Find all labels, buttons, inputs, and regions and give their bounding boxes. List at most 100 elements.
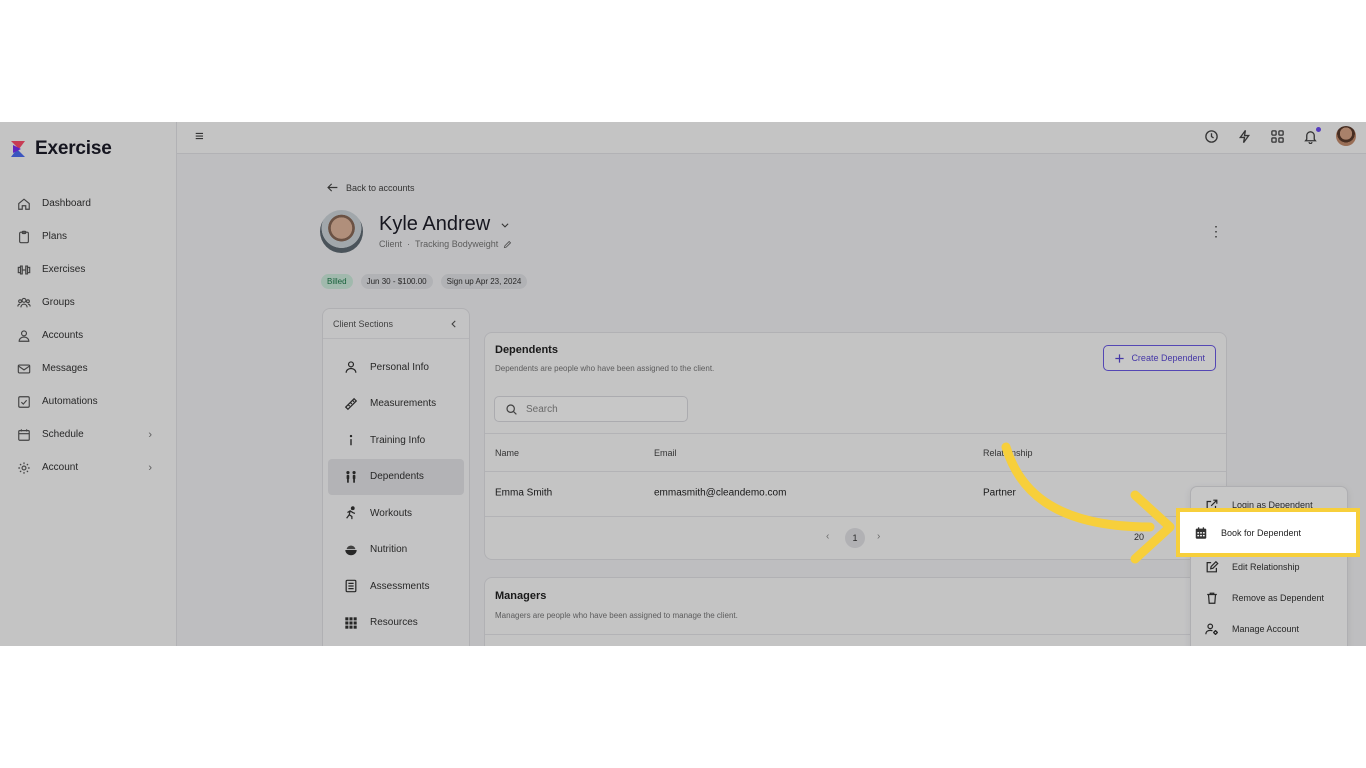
section-resources[interactable]: Resources <box>328 605 464 642</box>
clipboard-icon <box>19 230 29 243</box>
sidebar-item-messages[interactable]: Messages <box>0 352 176 385</box>
plus-icon <box>1115 353 1125 363</box>
sidebar-item-label: Messages <box>42 363 88 374</box>
sidebar-item-dashboard[interactable]: Dashboard <box>0 187 176 220</box>
column-header-email: Email <box>654 447 677 458</box>
sidebar-item-plans[interactable]: Plans <box>0 220 176 253</box>
chevron-left-icon[interactable] <box>449 319 459 329</box>
sidebar-item-schedule[interactable]: Schedule › <box>0 418 176 451</box>
chevron-right-icon[interactable]: › <box>877 531 880 542</box>
logo-icon <box>11 141 25 157</box>
menu-item-label: Remove as Dependent <box>1232 592 1325 603</box>
search-input[interactable]: Search <box>494 396 688 422</box>
section-dependents[interactable]: Dependents <box>328 458 464 495</box>
user-icon <box>18 329 30 342</box>
menu-item-manage-account[interactable]: Manage Account <box>1191 613 1347 644</box>
section-personal-info[interactable]: Personal Info <box>328 349 464 386</box>
calendar-icon <box>18 428 30 441</box>
pencil-icon[interactable] <box>503 240 512 249</box>
status-badge: Billed <box>321 274 353 289</box>
person-icon <box>345 361 357 373</box>
sidebar-item-label: Schedule <box>42 429 84 440</box>
dependent-name: Emma Smith <box>495 487 553 499</box>
sidebar-item-accounts[interactable]: Accounts <box>0 319 176 352</box>
back-to-accounts-link[interactable]: Back to accounts <box>326 181 415 194</box>
chevron-down-icon <box>501 222 509 228</box>
info-icon <box>349 435 353 446</box>
mail-icon <box>17 363 31 374</box>
section-label: Measurements <box>370 398 437 410</box>
managers-card: Managers Managers are people who have be… <box>484 577 1227 646</box>
home-icon <box>18 197 30 210</box>
sidebar-item-label: Automations <box>42 396 98 407</box>
client-sections-header: Client Sections <box>323 309 469 339</box>
create-dependent-label: Create Dependent <box>1131 353 1205 363</box>
trash-icon <box>1207 592 1217 604</box>
back-label: Back to accounts <box>346 182 415 193</box>
section-measurements[interactable]: Measurements <box>328 386 464 423</box>
dependents-title: Dependents <box>495 344 558 356</box>
lightning-icon[interactable] <box>1237 129 1252 144</box>
notification-dot <box>1316 126 1321 132</box>
chevron-right-icon: › <box>148 461 152 474</box>
dependents-icon <box>346 470 356 483</box>
menu-item-label: Book for Dependent <box>1221 527 1302 538</box>
app-name: Exercise <box>35 138 112 159</box>
sidebar-item-label: Exercises <box>42 264 86 275</box>
gear-icon <box>18 461 30 474</box>
menu-toggle-button[interactable]: ≡ <box>195 128 204 145</box>
section-label: Assessments <box>370 580 430 592</box>
menu-item-remove-as-dependent[interactable]: Remove as Dependent <box>1191 582 1347 613</box>
section-workouts[interactable]: Workouts <box>328 495 464 532</box>
calendar-icon <box>1195 526 1207 539</box>
more-options-icon[interactable]: ⋮ <box>1209 223 1223 240</box>
topbar: ≡ <box>177 122 1366 154</box>
ruler-icon <box>344 397 358 410</box>
section-label: Resources <box>370 617 418 629</box>
sidebar-item-label: Account <box>42 462 79 473</box>
separator: · <box>407 239 411 249</box>
profile-subtitle: Client · Tracking Bodyweight <box>379 239 512 249</box>
column-header-name: Name <box>495 447 520 458</box>
sidebar-item-groups[interactable]: Groups <box>0 286 176 319</box>
section-assessments[interactable]: Assessments <box>328 568 464 605</box>
clock-icon[interactable] <box>1204 129 1219 144</box>
menu-item-label: Edit Relationship <box>1232 561 1300 572</box>
profile-avatar <box>320 210 363 253</box>
sidebar-item-exercises[interactable]: Exercises <box>0 253 176 286</box>
section-label: Workouts <box>370 507 413 519</box>
sidebar: Exercise Dashboard Plans Exercises Group… <box>0 122 177 646</box>
logo[interactable]: Exercise <box>8 138 112 160</box>
user-gear-icon <box>1205 622 1218 635</box>
section-training-info[interactable]: Training Info <box>328 422 464 459</box>
billing-badge: Jun 30 - $100.00 <box>360 274 433 289</box>
search-placeholder: Search <box>526 403 558 415</box>
chevron-right-icon: › <box>148 428 152 441</box>
sidebar-item-label: Plans <box>42 231 68 242</box>
sidebar-item-automations[interactable]: Automations <box>0 385 176 418</box>
running-icon <box>346 506 356 520</box>
sidebar-item-account[interactable]: Account › <box>0 451 176 484</box>
create-dependent-button[interactable]: Create Dependent <box>1103 345 1216 371</box>
chevron-left-icon[interactable]: ‹ <box>826 531 829 542</box>
profile-name-selector[interactable]: Kyle Andrew <box>379 213 510 236</box>
apps-grid-icon[interactable] <box>1270 129 1285 144</box>
section-nutrition[interactable]: Nutrition <box>328 532 464 569</box>
dependent-email: emmasmith@cleandemo.com <box>654 487 787 499</box>
page-number[interactable]: 1 <box>845 528 865 548</box>
menu-item-book-for-dependent[interactable]: Book for Dependent <box>1176 508 1360 557</box>
profile-role: Client <box>379 239 403 249</box>
arrow-left-icon <box>327 183 338 192</box>
callout-arrow <box>1001 442 1175 564</box>
grid-icon <box>345 617 357 629</box>
sidebar-nav: Dashboard Plans Exercises Groups Account… <box>0 187 176 484</box>
section-label: Training Info <box>370 434 426 446</box>
user-avatar[interactable] <box>1336 126 1356 146</box>
section-label: Nutrition <box>370 544 408 556</box>
managers-subtitle: Managers are people who have been assign… <box>495 611 738 620</box>
managers-title: Managers <box>495 590 547 602</box>
dumbbell-icon <box>17 264 31 275</box>
sidebar-item-label: Accounts <box>42 330 84 341</box>
profile-badges: Billed Jun 30 - $100.00 Sign up Apr 23, … <box>321 274 528 289</box>
notifications-button[interactable] <box>1303 126 1321 144</box>
